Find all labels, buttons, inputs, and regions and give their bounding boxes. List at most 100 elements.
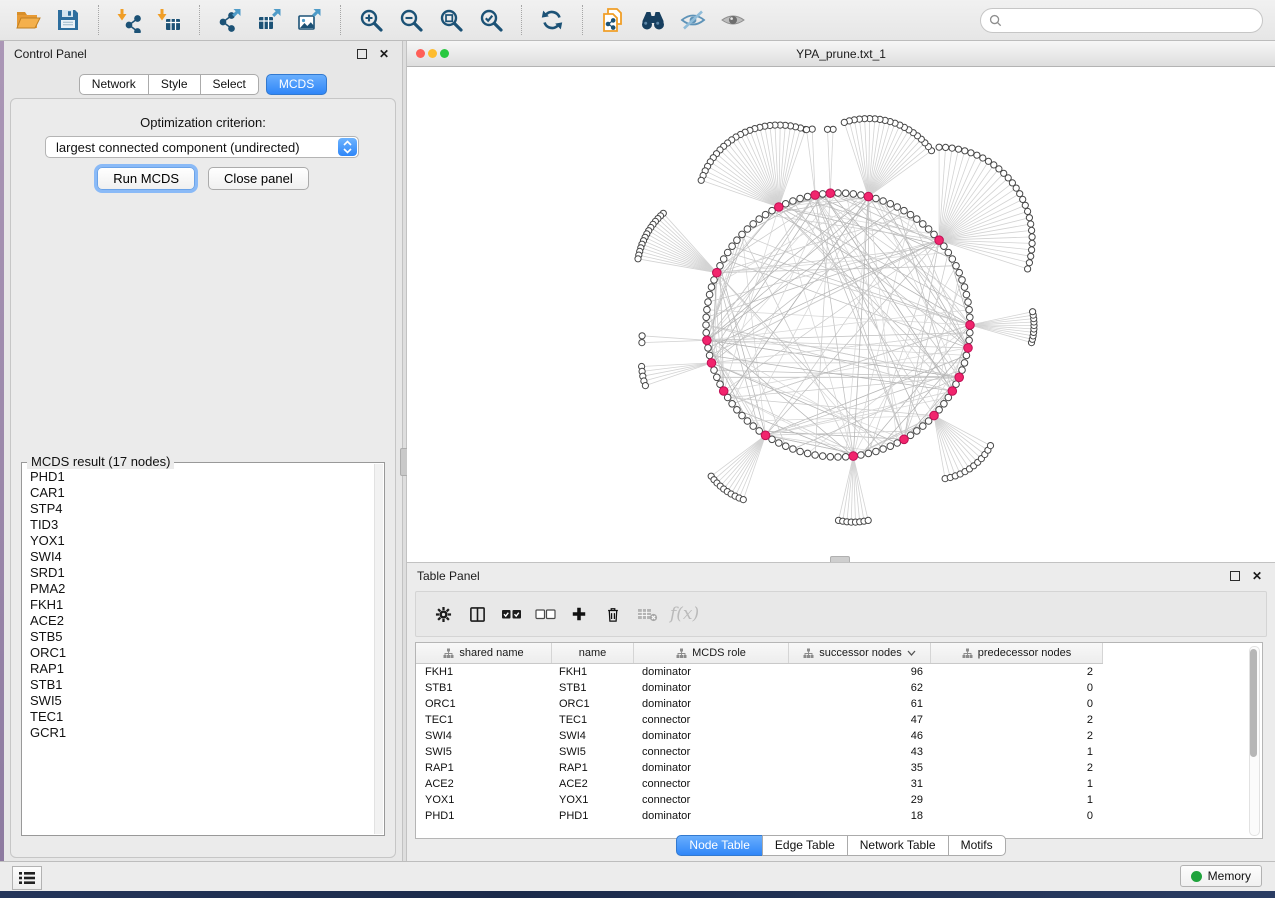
column-header-shared-name[interactable]: shared name	[416, 643, 552, 663]
table-cell[interactable]: 47	[789, 714, 931, 726]
table-cell[interactable]: ACE2	[552, 778, 634, 790]
tab-style[interactable]: Style	[148, 74, 201, 95]
table-cell[interactable]: 61	[789, 698, 931, 710]
export-image-icon[interactable]	[295, 5, 325, 35]
table-cell[interactable]: STB1	[552, 682, 634, 694]
add-column-icon[interactable]	[566, 598, 592, 630]
run-mcds-button[interactable]: Run MCDS	[97, 167, 195, 190]
network-canvas[interactable]	[407, 66, 1275, 562]
export-table-icon[interactable]	[255, 5, 285, 35]
mcds-result-item[interactable]: STB5	[30, 629, 384, 645]
mcds-result-item[interactable]: GCR1	[30, 725, 384, 741]
table-cell[interactable]: 0	[931, 698, 1103, 710]
mcds-result-item[interactable]: YOX1	[30, 533, 384, 549]
table-cell[interactable]: 43	[789, 746, 931, 758]
first-neighbors-icon[interactable]	[638, 5, 668, 35]
tab-network-table[interactable]: Network Table	[847, 835, 949, 856]
table-row[interactable]: RAP1RAP1dominator352	[416, 760, 1262, 776]
float-table-panel-icon[interactable]	[1227, 568, 1243, 584]
share-network-icon[interactable]	[598, 5, 628, 35]
table-scrollbar[interactable]	[1249, 646, 1260, 836]
column-header-predecessor-nodes[interactable]: predecessor nodes	[931, 643, 1103, 663]
mcds-result-item[interactable]: SWI5	[30, 693, 384, 709]
tab-edge-table[interactable]: Edge Table	[762, 835, 848, 856]
mcds-result-item[interactable]: CAR1	[30, 485, 384, 501]
mcds-result-item[interactable]: SWI4	[30, 549, 384, 565]
table-cell[interactable]: TEC1	[552, 714, 634, 726]
table-cell[interactable]: ACE2	[416, 778, 552, 790]
table-row[interactable]: FKH1FKH1dominator962	[416, 664, 1262, 680]
zoom-in-icon[interactable]	[356, 5, 386, 35]
table-cell[interactable]: ORC1	[552, 698, 634, 710]
table-cell[interactable]: YOX1	[416, 794, 552, 806]
table-cell[interactable]: SWI4	[552, 730, 634, 742]
tab-select[interactable]: Select	[200, 74, 259, 95]
optimization-criterion-select[interactable]: largest connected component (undirected)	[45, 136, 359, 158]
close-panel-icon[interactable]: ✕	[376, 46, 392, 62]
column-header-MCDS-role[interactable]: MCDS role	[634, 643, 789, 663]
table-cell[interactable]: dominator	[634, 682, 789, 694]
mcds-result-item[interactable]: STB1	[30, 677, 384, 693]
mcds-result-item[interactable]: FKH1	[30, 597, 384, 613]
table-cell[interactable]: ORC1	[416, 698, 552, 710]
table-cell[interactable]: 62	[789, 682, 931, 694]
tab-node-table[interactable]: Node Table	[676, 835, 763, 856]
table-cell[interactable]: 18	[789, 810, 931, 822]
mcds-result-item[interactable]: ACE2	[30, 613, 384, 629]
zoom-out-icon[interactable]	[396, 5, 426, 35]
table-cell[interactable]: FKH1	[552, 666, 634, 678]
table-cell[interactable]: connector	[634, 794, 789, 806]
show-all-icon[interactable]	[718, 5, 748, 35]
table-cell[interactable]: STB1	[416, 682, 552, 694]
window-close-icon[interactable]	[416, 49, 425, 58]
table-cell[interactable]: 1	[931, 778, 1103, 790]
task-history-button[interactable]	[12, 866, 42, 890]
table-row[interactable]: PHD1PHD1dominator180	[416, 808, 1262, 824]
table-cell[interactable]: 2	[931, 762, 1103, 774]
table-row[interactable]: YOX1YOX1connector291	[416, 792, 1262, 808]
table-cell[interactable]: FKH1	[416, 666, 552, 678]
column-header-successor-nodes[interactable]: successor nodes	[789, 643, 931, 663]
table-row[interactable]: STB1STB1dominator620	[416, 680, 1262, 696]
settings-gear-icon[interactable]	[430, 598, 456, 630]
table-scrollbar-thumb[interactable]	[1250, 649, 1257, 757]
table-row[interactable]: SWI4SWI4dominator462	[416, 728, 1262, 744]
table-row[interactable]: TEC1TEC1connector472	[416, 712, 1262, 728]
zoom-selected-icon[interactable]	[476, 5, 506, 35]
table-cell[interactable]: 0	[931, 682, 1103, 694]
hide-selected-icon[interactable]	[678, 5, 708, 35]
mcds-result-item[interactable]: TID3	[30, 517, 384, 533]
table-cell[interactable]: connector	[634, 714, 789, 726]
table-cell[interactable]: 46	[789, 730, 931, 742]
delete-column-icon[interactable]	[600, 598, 626, 630]
table-cell[interactable]: 35	[789, 762, 931, 774]
table-cell[interactable]: TEC1	[416, 714, 552, 726]
table-cell[interactable]: PHD1	[416, 810, 552, 822]
zoom-fit-icon[interactable]	[436, 5, 466, 35]
mcds-result-item[interactable]: RAP1	[30, 661, 384, 677]
table-cell[interactable]: dominator	[634, 666, 789, 678]
table-cell[interactable]: 2	[931, 730, 1103, 742]
column-header-name[interactable]: name	[552, 643, 634, 663]
network-window-titlebar[interactable]: YPA_prune.txt_1	[407, 41, 1275, 67]
table-cell[interactable]: SWI5	[552, 746, 634, 758]
table-row[interactable]: ORC1ORC1dominator610	[416, 696, 1262, 712]
table-cell[interactable]: RAP1	[552, 762, 634, 774]
export-network-icon[interactable]	[215, 5, 245, 35]
table-cell[interactable]: YOX1	[552, 794, 634, 806]
tab-network[interactable]: Network	[79, 74, 149, 95]
table-cell[interactable]: dominator	[634, 730, 789, 742]
table-cell[interactable]: connector	[634, 778, 789, 790]
table-cell[interactable]: 31	[789, 778, 931, 790]
refresh-icon[interactable]	[537, 5, 567, 35]
tab-motifs[interactable]: Motifs	[948, 835, 1006, 856]
deselect-all-icon[interactable]	[532, 598, 558, 630]
table-cell[interactable]: 0	[931, 810, 1103, 822]
float-panel-icon[interactable]	[354, 46, 370, 62]
table-cell[interactable]: 2	[931, 666, 1103, 678]
open-file-icon[interactable]	[13, 5, 43, 35]
table-cell[interactable]: PHD1	[552, 810, 634, 822]
split-panel-icon[interactable]	[464, 598, 490, 630]
mcds-result-item[interactable]: TEC1	[30, 709, 384, 725]
import-network-icon[interactable]	[114, 5, 144, 35]
